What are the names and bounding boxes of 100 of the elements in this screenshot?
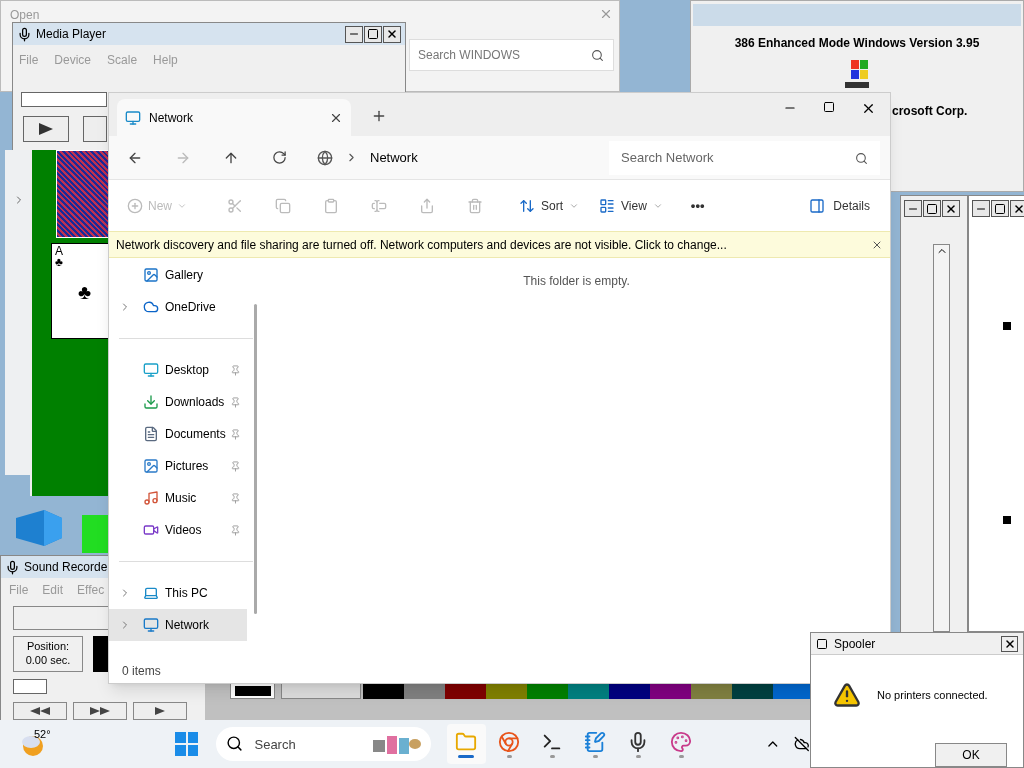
nav-item[interactable]: Desktop xyxy=(109,354,247,386)
card-suit: ♣ xyxy=(78,282,92,302)
copy-icon xyxy=(275,197,291,214)
nav-item[interactable]: Documents xyxy=(109,418,247,450)
more-button[interactable]: ••• xyxy=(690,195,705,216)
window-title: Sound Recorde xyxy=(24,559,108,576)
details-button[interactable]: Details xyxy=(809,196,870,215)
nav-item[interactable]: Music xyxy=(109,482,247,514)
nav-label: This PC xyxy=(165,585,209,602)
maximize-button[interactable] xyxy=(364,25,382,43)
start-icon[interactable] xyxy=(175,732,199,756)
nav-item[interactable]: Pictures xyxy=(109,450,247,482)
new-tab-icon[interactable] xyxy=(371,108,387,124)
nav-item[interactable]: Videos xyxy=(109,514,247,546)
maximize-button[interactable] xyxy=(923,200,941,217)
banner-text: Network discovery and file sharing are turned off. Network computers and devices are not visible. Click to change... xyxy=(116,236,728,254)
maximize-button[interactable] xyxy=(991,200,1009,217)
status-text: 0 items xyxy=(122,663,161,680)
cloud-off-icon[interactable] xyxy=(794,736,810,752)
address-bar[interactable]: Network xyxy=(307,140,597,175)
dialog-title: Spooler xyxy=(834,635,877,653)
pin-icon xyxy=(230,428,241,440)
nav-label: Pictures xyxy=(165,458,210,475)
clipboard-icon xyxy=(323,197,339,214)
warning-icon xyxy=(833,681,861,709)
panel-icon xyxy=(809,197,826,214)
search-field[interactable]: Search Network xyxy=(609,140,880,175)
close-button[interactable] xyxy=(1001,635,1018,652)
nav-item[interactable]: This PC xyxy=(109,577,247,609)
address-text: Network xyxy=(370,148,418,167)
plus-icon xyxy=(127,197,143,214)
cut-icon xyxy=(227,197,243,214)
tab[interactable]: Network xyxy=(117,99,351,136)
dropdown-button[interactable]: View xyxy=(599,196,663,215)
rewind-button[interactable] xyxy=(13,702,67,720)
nav-label: Desktop xyxy=(165,362,211,379)
version-text: 386 Enhanced Mode Windows Version 3.95 xyxy=(734,35,980,52)
pin-icon xyxy=(230,492,241,504)
scroll-track[interactable] xyxy=(21,92,107,107)
nav-label: Videos xyxy=(165,522,203,539)
refresh-icon[interactable] xyxy=(272,150,287,165)
picture-icon xyxy=(143,267,159,283)
close-button[interactable] xyxy=(942,200,960,217)
close-icon[interactable] xyxy=(861,101,876,116)
maximize-icon xyxy=(926,202,938,215)
scroll-track[interactable] xyxy=(13,679,47,694)
nav-item[interactable]: OneDrive xyxy=(109,291,247,323)
close-icon xyxy=(386,28,398,40)
pin-icon xyxy=(230,460,241,472)
card-rank: A xyxy=(55,245,63,257)
minimize-button[interactable] xyxy=(345,25,363,43)
play-icon xyxy=(155,707,165,715)
close-button[interactable] xyxy=(1010,200,1024,217)
nav-label: Downloads xyxy=(165,394,226,411)
minimize-button[interactable] xyxy=(904,200,922,217)
taskbar-app[interactable] xyxy=(446,724,486,764)
window-icon xyxy=(816,637,828,650)
info-banner[interactable]: Network discovery and file sharing are turned off. Network computers and devices are not visible. Click to change... xyxy=(109,231,890,258)
trash-icon xyxy=(467,197,483,214)
dropdown-button[interactable]: Sort xyxy=(519,196,580,215)
ok-button[interactable]: OK xyxy=(935,743,1007,767)
temperature: 52° xyxy=(34,727,51,742)
scroll-bar[interactable] xyxy=(933,244,950,632)
copyright-text: crosoft Corp. xyxy=(892,103,968,120)
nav-item[interactable]: Gallery xyxy=(109,259,247,291)
network-icon xyxy=(125,109,141,126)
maximize-icon[interactable] xyxy=(823,101,835,113)
search-field[interactable]: Search xyxy=(216,727,431,761)
rename-icon xyxy=(371,197,387,214)
window-title: Media Player xyxy=(36,26,108,43)
rewind-icon xyxy=(30,707,50,715)
windows-logo xyxy=(843,58,871,90)
nav-item[interactable]: Downloads xyxy=(109,386,247,418)
nav-label: Music xyxy=(165,490,198,507)
tab-label: Network xyxy=(149,109,194,127)
weather-widget[interactable]: 52° xyxy=(20,726,56,762)
cloud-icon xyxy=(143,299,159,315)
play-button[interactable] xyxy=(133,702,187,720)
download-icon xyxy=(143,394,159,410)
nav-item[interactable]: Network xyxy=(109,609,247,641)
scroll-bar[interactable] xyxy=(254,304,257,614)
empty-message: This folder is empty. xyxy=(523,273,630,290)
forward-button[interactable] xyxy=(73,702,127,720)
close-icon xyxy=(945,202,957,215)
minimize-button[interactable] xyxy=(972,200,990,217)
music-icon xyxy=(143,490,159,506)
card-suit: ♣ xyxy=(55,256,63,268)
pause-button[interactable] xyxy=(83,116,107,142)
folder-icon xyxy=(455,730,478,753)
play-button[interactable] xyxy=(23,116,69,142)
forward-icon xyxy=(90,707,110,715)
notepad-icon xyxy=(584,730,607,753)
microphone-icon xyxy=(5,559,20,575)
picture-icon xyxy=(143,458,159,474)
search-field[interactable]: Search WINDOWS xyxy=(409,39,614,71)
pin-icon xyxy=(230,396,241,408)
sort-icon xyxy=(519,197,535,214)
play-icon xyxy=(39,123,53,135)
pin-icon xyxy=(230,524,241,536)
close-button[interactable] xyxy=(383,25,401,43)
